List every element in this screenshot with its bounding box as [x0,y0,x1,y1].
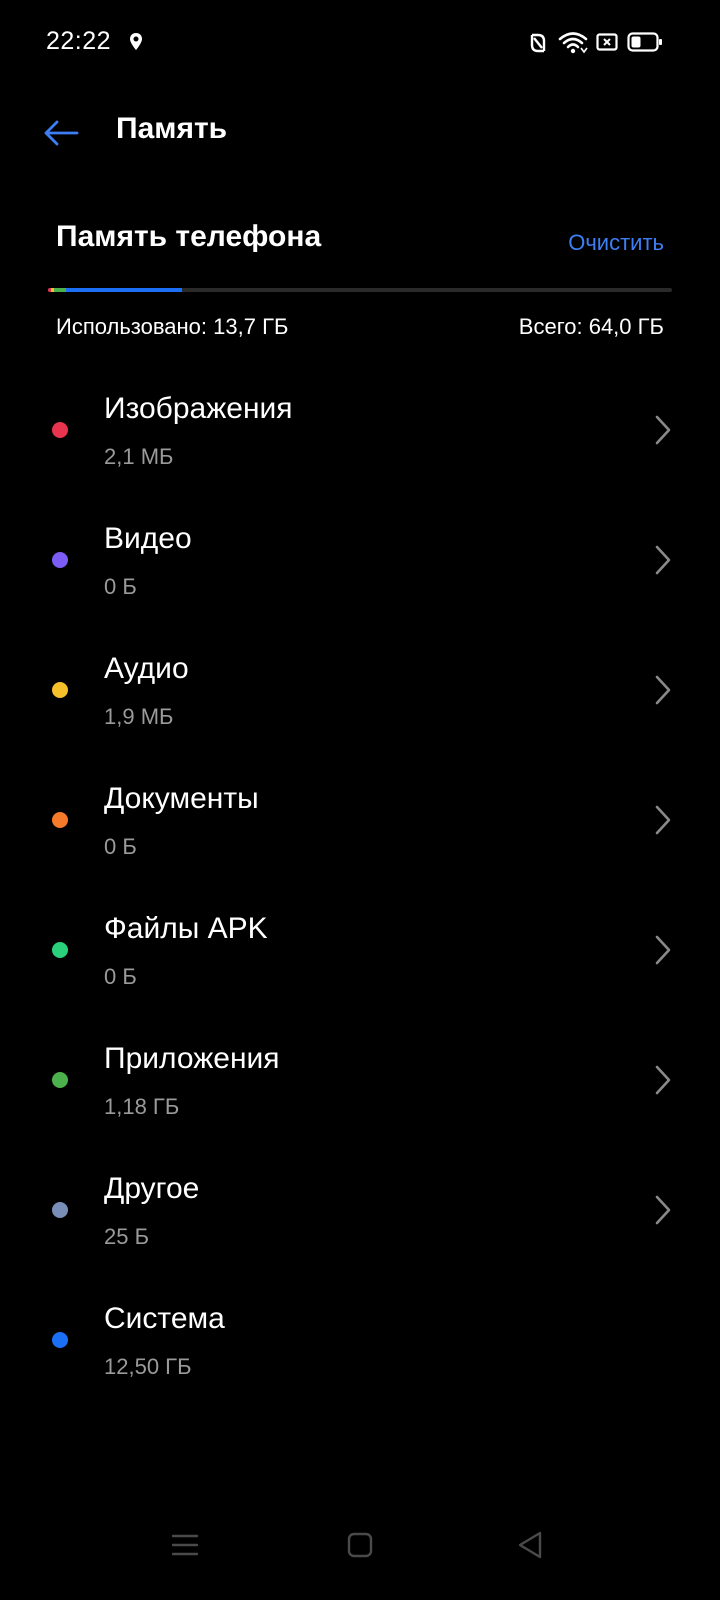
category-size: 2,1 МБ [104,444,174,469]
category-dot [52,942,68,958]
category-name: Система [104,1302,225,1335]
wifi-icon [558,32,588,54]
category-name: Аудио [104,652,189,685]
status-time: 22:22 [46,27,112,55]
location-icon [130,33,142,50]
category-size: 25 Б [104,1224,150,1249]
usage-seg-apps [54,288,66,292]
category-size: 0 Б [104,964,137,989]
chevron-right-icon [655,415,671,445]
nav-back-button[interactable] [505,1520,555,1570]
category-item-system: Система 12,50 ГБ [0,1276,720,1406]
category-dot [52,422,68,438]
battery-icon [627,32,662,52]
total-storage-label: Всего: 64,0 ГБ [518,314,664,339]
category-name: Видео [104,522,192,555]
category-name: Файлы APK [104,912,268,945]
category-size: 1,18 ГБ [104,1094,180,1119]
category-item-documents[interactable]: Документы 0 Б [0,756,720,886]
used-storage-label: Использовано: 13,7 ГБ [56,314,289,339]
category-dot [52,812,68,828]
usage-seg-system [66,288,182,292]
category-name: Приложения [104,1042,280,1075]
clean-button[interactable]: Очистить [568,230,664,256]
chevron-right-icon [655,675,671,705]
arrow-left-icon [44,120,79,146]
nav-menu-button[interactable] [160,1520,210,1570]
category-item-apps[interactable]: Приложения 1,18 ГБ [0,1016,720,1146]
category-size: 0 Б [104,834,137,859]
chevron-right-icon [655,1195,671,1225]
category-name: Изображения [104,392,293,425]
navigation-bar [0,1490,720,1600]
category-size: 0 Б [104,574,137,599]
category-size: 12,50 ГБ [104,1354,192,1379]
category-dot [52,1072,68,1088]
category-dot [52,1332,68,1348]
category-dot [52,682,68,698]
chevron-right-icon [655,805,671,835]
category-item-video[interactable]: Видео 0 Б [0,496,720,626]
chevron-right-icon [655,1065,671,1095]
category-name: Другое [104,1172,200,1205]
category-dot [52,1202,68,1218]
status-bar: 22:22 [0,0,720,88]
category-item-images[interactable]: Изображения 2,1 МБ [0,366,720,496]
nfc-icon [530,33,546,53]
sim-icon [596,33,618,51]
storage-section-title: Память телефона [56,220,322,253]
chevron-right-icon [655,545,671,575]
category-item-apk[interactable]: Файлы APK 0 Б [0,886,720,1016]
category-list: Изображения 2,1 МБ Видео 0 Б Аудио 1,9 М… [0,366,720,1406]
back-icon [518,1531,542,1559]
back-button[interactable] [36,108,86,158]
category-item-other[interactable]: Другое 25 Б [0,1146,720,1276]
category-size: 1,9 МБ [104,704,174,729]
chevron-right-icon [655,935,671,965]
storage-usage-bar [48,288,672,292]
category-dot [52,552,68,568]
home-icon [347,1532,373,1558]
category-name: Документы [104,782,259,815]
category-item-audio[interactable]: Аудио 1,9 МБ [0,626,720,756]
page-title: Память [116,112,228,145]
menu-icon [172,1534,198,1556]
nav-home-button[interactable] [335,1520,385,1570]
